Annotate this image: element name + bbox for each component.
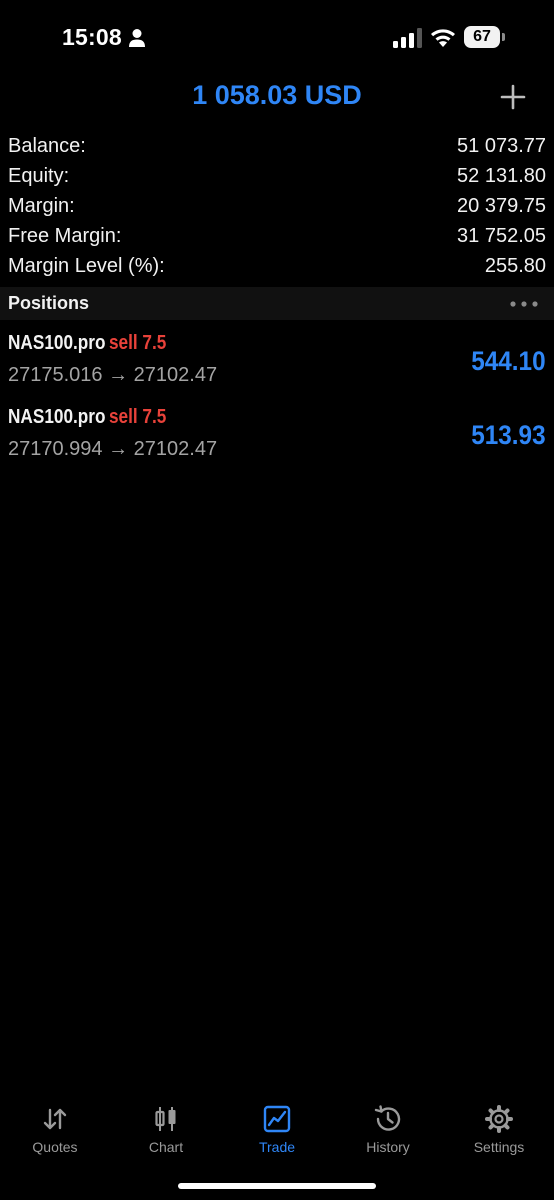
tab-chart[interactable]: Chart (111, 1096, 221, 1160)
person-icon (129, 29, 145, 47)
free-margin-value: 31 752.05 (457, 225, 546, 247)
status-time: 15:08 (62, 24, 122, 50)
status-bar: 15:08 67 (0, 0, 554, 76)
margin-label: Margin: (8, 195, 75, 217)
trade-icon (263, 1105, 291, 1133)
tab-quotes-label: Quotes (32, 1139, 78, 1155)
position-profit: 513.93 (471, 420, 546, 450)
equity-label: Equity: (8, 165, 70, 187)
signal-icon (393, 28, 422, 48)
margin-level-row: Margin Level (%): 255.80 (0, 251, 554, 281)
position-row[interactable]: NAS100.pro sell 7.5 27170.994 → 27102.47 … (0, 400, 554, 474)
tab-chart-label: Chart (148, 1139, 184, 1155)
position-side: sell 7.5 (108, 406, 167, 428)
more-options-icon[interactable] (510, 301, 538, 307)
free-margin-row: Free Margin: 31 752.05 (0, 221, 554, 251)
position-symbol: NAS100.pro (8, 406, 106, 428)
tab-settings-label: Settings (473, 1139, 525, 1155)
tab-bar: Quotes Chart Trade History Settings (0, 1096, 554, 1166)
balance-value: 51 073.77 (457, 135, 546, 157)
tab-trade[interactable]: Trade (222, 1096, 332, 1160)
tab-quotes[interactable]: Quotes (0, 1096, 110, 1160)
balance-row: Balance: 51 073.77 (0, 131, 554, 161)
position-title-line: NAS100.pro sell 7.5 (8, 406, 166, 429)
battery-level: 67 (464, 26, 500, 48)
battery-tip (502, 33, 505, 41)
position-side: sell 7.5 (108, 332, 167, 354)
header-profit-amount: 1 058.03 USD (192, 80, 362, 110)
wifi-icon (431, 29, 455, 47)
position-prices: 27175.016 → 27102.47 (8, 364, 218, 386)
margin-level-value: 255.80 (484, 255, 546, 277)
margin-row: Margin: 20 379.75 (0, 191, 554, 221)
margin-level-label: Margin Level (%): (8, 255, 165, 277)
equity-value: 52 131.80 (457, 165, 546, 187)
position-profit: 544.10 (471, 346, 546, 376)
free-margin-label: Free Margin: (8, 225, 122, 247)
positions-section-header: Positions (0, 287, 554, 320)
position-title-line: NAS100.pro sell 7.5 (8, 332, 166, 355)
tab-settings[interactable]: Settings (444, 1096, 554, 1160)
tab-history[interactable]: History (333, 1096, 443, 1160)
battery-indicator: 67 (464, 26, 506, 48)
account-summary: Balance: 51 073.77 Equity: 52 131.80 Mar… (0, 131, 554, 281)
tab-history-label: History (366, 1139, 410, 1155)
history-icon (374, 1105, 401, 1131)
margin-value: 20 379.75 (457, 195, 546, 217)
quotes-icon (43, 1108, 67, 1130)
positions-title: Positions (8, 293, 90, 313)
equity-row: Equity: 52 131.80 (0, 161, 554, 191)
position-symbol: NAS100.pro (8, 332, 106, 354)
position-prices: 27170.994 → 27102.47 (8, 438, 218, 460)
settings-icon (485, 1105, 513, 1133)
home-indicator[interactable] (178, 1183, 376, 1189)
chart-icon (155, 1107, 176, 1131)
balance-label: Balance: (8, 135, 86, 157)
position-row[interactable]: NAS100.pro sell 7.5 27175.016 → 27102.47 … (0, 326, 554, 400)
tab-trade-label: Trade (258, 1139, 296, 1155)
add-order-button[interactable] (498, 82, 528, 112)
